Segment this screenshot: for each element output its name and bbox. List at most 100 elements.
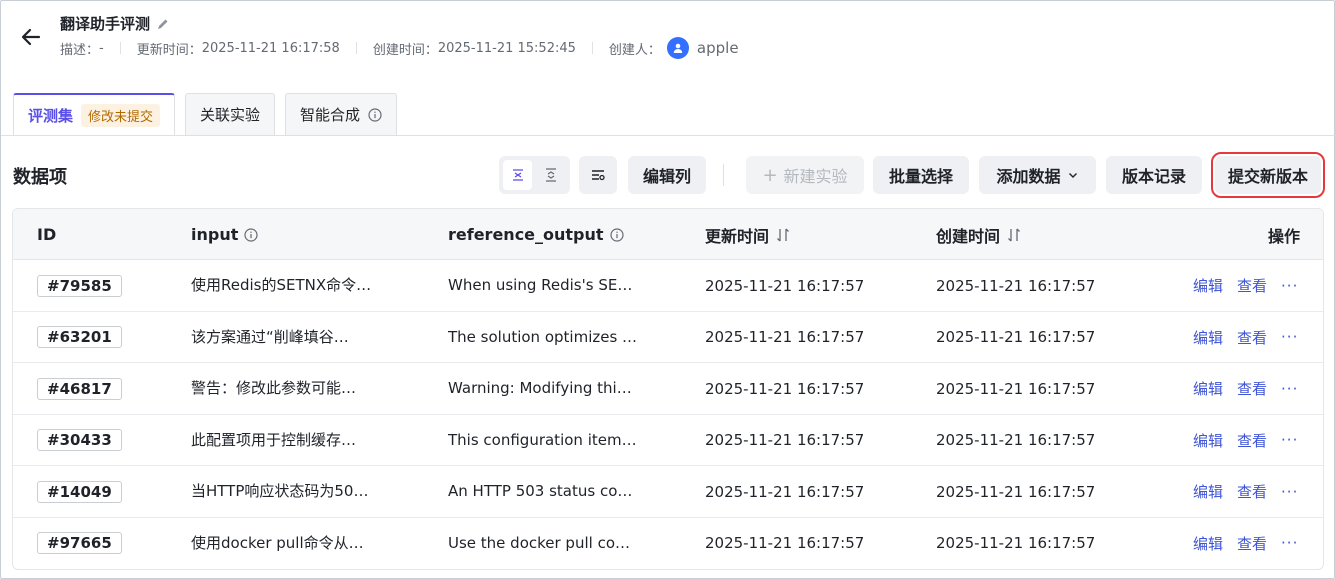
updated-cell: 2025-11-21 16:17:57 xyxy=(705,415,864,466)
col-input: input xyxy=(191,209,258,260)
table-row[interactable]: #46817 警告：修改此参数可能… Warning: Modifying th… xyxy=(13,363,1323,415)
view-link[interactable]: 查看 xyxy=(1237,378,1267,399)
input-text: 使用docker pull命令从… xyxy=(191,533,364,552)
updated-cell: 2025-11-21 16:17:57 xyxy=(705,518,864,569)
updated-text: 2025-11-21 16:17:57 xyxy=(705,482,865,501)
compact-density-icon[interactable] xyxy=(503,160,532,190)
chevron-down-icon xyxy=(1068,173,1077,178)
info-icon xyxy=(609,227,624,242)
view-link[interactable]: 查看 xyxy=(1237,430,1267,451)
more-icon[interactable]: ··· xyxy=(1281,483,1298,501)
edit-link[interactable]: 编辑 xyxy=(1193,430,1223,451)
add-data-button[interactable]: 添加数据 xyxy=(979,156,1096,194)
more-icon[interactable]: ··· xyxy=(1281,328,1298,346)
col-label: reference_output xyxy=(448,225,604,244)
table-row[interactable]: #30433 此配置项用于控制缓存… This configuration it… xyxy=(13,415,1323,466)
created-text: 2025-11-21 16:17:57 xyxy=(936,431,1096,449)
table-row[interactable]: #63201 该方案通过“削峰填谷… The solution optimize… xyxy=(13,312,1323,363)
view-link[interactable]: 查看 xyxy=(1237,481,1267,502)
view-link[interactable]: 查看 xyxy=(1237,533,1267,554)
more-icon[interactable]: ··· xyxy=(1281,534,1298,552)
submit-new-version-button[interactable]: 提交新版本 xyxy=(1211,152,1325,198)
edit-link[interactable]: 编辑 xyxy=(1193,327,1223,348)
created-label: 创建时间： xyxy=(372,42,438,58)
updated-cell: 2025-11-21 16:17:57 xyxy=(705,363,864,414)
output-text: An HTTP 503 status cod… xyxy=(448,482,638,500)
created-text: 2025-11-21 16:17:57 xyxy=(936,379,1096,398)
table-row[interactable]: #79585 使用Redis的SETNX命令… When using Redis… xyxy=(13,260,1323,312)
filter-icon xyxy=(592,170,605,181)
edit-columns-button[interactable]: 编辑列 xyxy=(628,156,706,194)
tab-label: 关联实验 xyxy=(200,106,261,124)
id-chip: #79585 xyxy=(37,274,122,297)
actions-cell: 编辑 查看 ··· xyxy=(1193,466,1298,517)
col-label: 创建时间 xyxy=(936,226,1001,246)
input-cell: 当HTTP响应状态码为50… xyxy=(191,466,381,517)
batch-select-button[interactable]: 批量选择 xyxy=(873,156,969,194)
more-icon[interactable]: ··· xyxy=(1281,277,1298,295)
view-link[interactable]: 查看 xyxy=(1237,327,1267,348)
created-text: 2025-11-21 16:17:57 xyxy=(936,534,1096,552)
edit-link[interactable]: 编辑 xyxy=(1193,275,1223,296)
id-cell: #63201 xyxy=(37,312,122,363)
actions-cell: 编辑 查看 ··· xyxy=(1193,363,1298,414)
input-cell: 此配置项用于控制缓存… xyxy=(191,415,381,466)
app-frame: 翻译助手评测 描述： - 更新时间： 2025-11-21 16:17:58 创… xyxy=(0,0,1335,579)
output-cell: The solution optimizes … xyxy=(448,312,638,363)
output-cell: Warning: Modifying thi… xyxy=(448,363,638,414)
tab-eval-set[interactable]: 评测集 修改未提交 xyxy=(13,93,176,136)
new-experiment-button[interactable]: + 新建实验 xyxy=(746,156,864,194)
filter-settings-button[interactable] xyxy=(579,156,617,194)
updated-value: 2025-11-21 16:17:58 xyxy=(201,40,340,56)
col-label: input xyxy=(191,225,239,244)
actions-cell: 编辑 查看 ··· xyxy=(1193,518,1298,569)
output-text: Use the docker pull co… xyxy=(448,533,630,552)
add-data-label: 添加数据 xyxy=(996,167,1061,186)
updated-text: 2025-11-21 16:17:57 xyxy=(705,276,865,295)
info-icon xyxy=(244,227,258,242)
created-value: 2025-11-21 15:52:45 xyxy=(437,40,576,56)
plus-icon: + xyxy=(762,164,778,186)
created-text: 2025-11-21 16:17:57 xyxy=(936,276,1096,295)
more-icon[interactable]: ··· xyxy=(1281,380,1298,398)
expand-density-icon[interactable] xyxy=(536,160,565,190)
id-chip: #46817 xyxy=(37,377,122,400)
edit-link[interactable]: 编辑 xyxy=(1193,378,1223,399)
actions-cell: 编辑 查看 ··· xyxy=(1193,312,1298,363)
divider xyxy=(591,42,593,54)
output-cell: This configuration item… xyxy=(448,415,638,466)
table-body: #79585 使用Redis的SETNX命令… When using Redis… xyxy=(13,260,1323,569)
sort-icon[interactable] xyxy=(775,227,791,243)
table-header: ID input reference_output 更新时间 创建时间 操作 xyxy=(13,209,1323,260)
table-row[interactable]: #97665 使用docker pull命令从… Use the docker … xyxy=(13,518,1323,570)
col-created-time[interactable]: 创建时间 xyxy=(936,209,1022,260)
id-cell: #79585 xyxy=(37,260,122,311)
section-title: 数据项 xyxy=(13,167,67,188)
tab-related-experiments[interactable]: 关联实验 xyxy=(185,93,276,135)
input-cell: 使用Redis的SETNX命令… xyxy=(191,260,381,311)
col-label: 更新时间 xyxy=(705,226,770,246)
updated-text: 2025-11-21 16:17:57 xyxy=(705,328,865,346)
sort-icon[interactable] xyxy=(1006,227,1022,243)
col-updated-time[interactable]: 更新时间 xyxy=(705,209,791,260)
output-text: This configuration item… xyxy=(448,430,637,449)
edit-link[interactable]: 编辑 xyxy=(1193,481,1223,502)
edit-link[interactable]: 编辑 xyxy=(1193,533,1223,554)
id-cell: #30433 xyxy=(37,415,122,466)
meta-row: 描述： - 更新时间： 2025-11-21 16:17:58 创建时间： 20… xyxy=(60,37,739,59)
pencil-icon[interactable] xyxy=(156,17,170,31)
id-cell: #14049 xyxy=(37,466,122,517)
updated-text: 2025-11-21 16:17:57 xyxy=(705,379,865,398)
input-cell: 警告：修改此参数可能… xyxy=(191,363,381,414)
version-history-button[interactable]: 版本记录 xyxy=(1106,156,1202,194)
created-cell: 2025-11-21 16:17:57 xyxy=(936,363,1095,414)
view-link[interactable]: 查看 xyxy=(1237,275,1267,296)
output-text: The solution optimizes … xyxy=(448,327,638,346)
output-cell: When using Redis's SE… xyxy=(448,260,638,311)
table-row[interactable]: #14049 当HTTP响应状态码为50… An HTTP 503 status… xyxy=(13,466,1323,518)
id-cell: #46817 xyxy=(37,363,122,414)
more-icon[interactable]: ··· xyxy=(1281,431,1298,449)
updated-text: 2025-11-21 16:17:57 xyxy=(705,431,865,449)
back-arrow-icon[interactable] xyxy=(17,23,45,51)
tab-smart-synthesis[interactable]: 智能合成 xyxy=(285,93,398,135)
